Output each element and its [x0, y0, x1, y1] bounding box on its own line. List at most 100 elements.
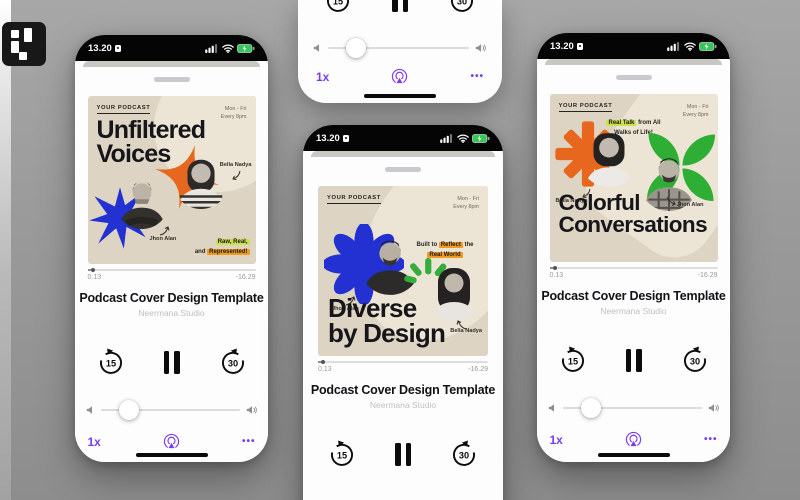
status-lock-icon — [577, 43, 583, 50]
sheet-grabber[interactable] — [616, 75, 652, 80]
skip-forward-30-button[interactable]: 30 — [450, 440, 478, 468]
volume-slider[interactable] — [328, 38, 469, 58]
phone-mockup-diverse: 13.20 YOUR PODCAST Mon - FriEvery 8pm — [303, 125, 503, 500]
home-indicator[interactable] — [598, 453, 670, 458]
phone-mockup-unfiltered: 13.20 YOUR PODCAST Mon - FriEvery 8pm Un… — [75, 35, 268, 462]
more-options-button[interactable]: ••• — [242, 436, 256, 447]
more-options-button[interactable]: ••• — [704, 434, 718, 445]
volume-max-icon — [708, 403, 720, 413]
logo-pixel — [11, 41, 19, 53]
remaining-time: -16.29 — [236, 274, 256, 281]
cover-schedule: Mon - FriEvery 8pm — [221, 105, 247, 122]
volume-knob[interactable] — [581, 398, 601, 418]
volume-min-icon — [86, 405, 95, 415]
volume-row — [86, 400, 258, 420]
skip-back-15-button[interactable]: 15 — [97, 348, 125, 376]
cover-title: Diverseby Design — [328, 296, 445, 346]
skip-forward-30-button[interactable]: 30 — [681, 346, 709, 374]
host-photo-bella — [578, 126, 640, 188]
skip-forward-30-button[interactable]: 30 — [448, 0, 476, 14]
volume-min-icon — [548, 403, 557, 413]
volume-knob[interactable] — [346, 38, 366, 58]
secondary-controls: 1x ••• — [316, 68, 484, 85]
cover-kicker: YOUR PODCAST — [327, 195, 381, 204]
label-arrow — [456, 318, 468, 330]
svg-text:30: 30 — [457, 0, 467, 6]
battery-charging-icon — [699, 42, 717, 51]
phone-screen-partial: 15 30 1x ••• — [298, 0, 502, 103]
sheet-grabber[interactable] — [154, 77, 190, 82]
skip-back-15-button[interactable]: 15 — [328, 440, 356, 468]
cover-kicker: YOUR PODCAST — [97, 105, 151, 114]
svg-text:15: 15 — [333, 0, 343, 6]
status-lock-icon — [343, 135, 349, 142]
player-sheet: YOUR PODCAST Mon - FriEvery 8pm Real Tal… — [537, 65, 730, 462]
skip-forward-30-button[interactable]: 30 — [219, 348, 247, 376]
volume-row — [313, 38, 487, 58]
skip-back-15-button[interactable]: 15 — [324, 0, 352, 14]
host-photo-jhon — [114, 174, 170, 230]
remaining-time: -16.29 — [468, 366, 488, 373]
more-options-button[interactable]: ••• — [470, 71, 484, 82]
airplay-audio-icon[interactable] — [391, 68, 408, 85]
playback-speed-button[interactable]: 1x — [550, 433, 563, 447]
volume-row — [548, 398, 720, 418]
cellular-signal-icon — [440, 134, 453, 143]
pause-button[interactable] — [392, 0, 408, 12]
playback-controls: 15 30 — [324, 0, 476, 14]
wifi-icon — [222, 44, 234, 53]
status-bar: 13.20 — [537, 33, 730, 59]
status-lock-icon — [115, 45, 121, 52]
volume-slider[interactable] — [101, 400, 240, 420]
svg-text:15: 15 — [105, 358, 115, 368]
remaining-time: -16.29 — [698, 272, 718, 279]
airplay-audio-icon[interactable] — [163, 433, 180, 450]
playback-speed-button[interactable]: 1x — [316, 70, 329, 84]
logo-pixel — [24, 28, 32, 42]
cover-art-unfiltered: YOUR PODCAST Mon - FriEvery 8pm Unfilter… — [88, 96, 256, 264]
cover-title: ColorfulConversations — [559, 192, 708, 236]
elapsed-time: 0.13 — [88, 274, 102, 281]
volume-knob[interactable] — [119, 400, 139, 420]
episode-title: Podcast Cover Design Template — [79, 291, 263, 305]
svg-text:15: 15 — [567, 356, 577, 366]
airplay-audio-icon[interactable] — [625, 431, 642, 448]
logo-pixel — [19, 52, 27, 60]
home-indicator[interactable] — [364, 94, 436, 99]
progress-bar[interactable] — [318, 360, 488, 364]
home-indicator[interactable] — [136, 453, 208, 458]
svg-text:30: 30 — [459, 450, 469, 460]
episode-title: Podcast Cover Design Template — [541, 289, 725, 303]
elapsed-time: 0.13 — [318, 366, 332, 373]
host-name-label: Jhon Alan — [150, 236, 177, 242]
cover-kicker: YOUR PODCAST — [559, 103, 613, 112]
wifi-icon — [457, 134, 469, 143]
status-time: 13.20 — [88, 43, 121, 54]
cover-tagline: Raw, Real, and Represented! — [195, 237, 250, 257]
presentation-canvas: 15 30 1x ••• — [0, 0, 800, 500]
label-arrow — [230, 170, 242, 182]
cover-art-diverse: YOUR PODCAST Mon - FriEvery 8pm — [318, 186, 488, 356]
volume-max-icon — [475, 43, 487, 53]
status-bar: 13.20 — [75, 35, 268, 61]
playback-speed-button[interactable]: 1x — [88, 435, 101, 449]
cellular-signal-icon — [205, 44, 218, 53]
pause-button[interactable] — [164, 351, 180, 374]
pause-button[interactable] — [395, 443, 411, 466]
battery-charging-icon — [237, 44, 255, 53]
progress-bar[interactable] — [550, 266, 718, 270]
svg-text:30: 30 — [689, 356, 699, 366]
volume-max-icon — [246, 405, 258, 415]
sheet-grabber[interactable] — [385, 167, 421, 172]
studio-logo — [2, 22, 46, 66]
playback-controls: 15 30 — [559, 346, 709, 374]
show-author: Neermana Studio — [600, 306, 666, 316]
progress-bar[interactable] — [88, 268, 256, 272]
elapsed-time: 0.13 — [550, 272, 564, 279]
label-arrow — [158, 224, 170, 236]
volume-slider[interactable] — [563, 398, 702, 418]
skip-back-15-button[interactable]: 15 — [559, 346, 587, 374]
cover-schedule: Mon - FriEvery 8pm — [453, 195, 479, 212]
volume-min-icon — [313, 43, 322, 53]
pause-button[interactable] — [626, 349, 642, 372]
